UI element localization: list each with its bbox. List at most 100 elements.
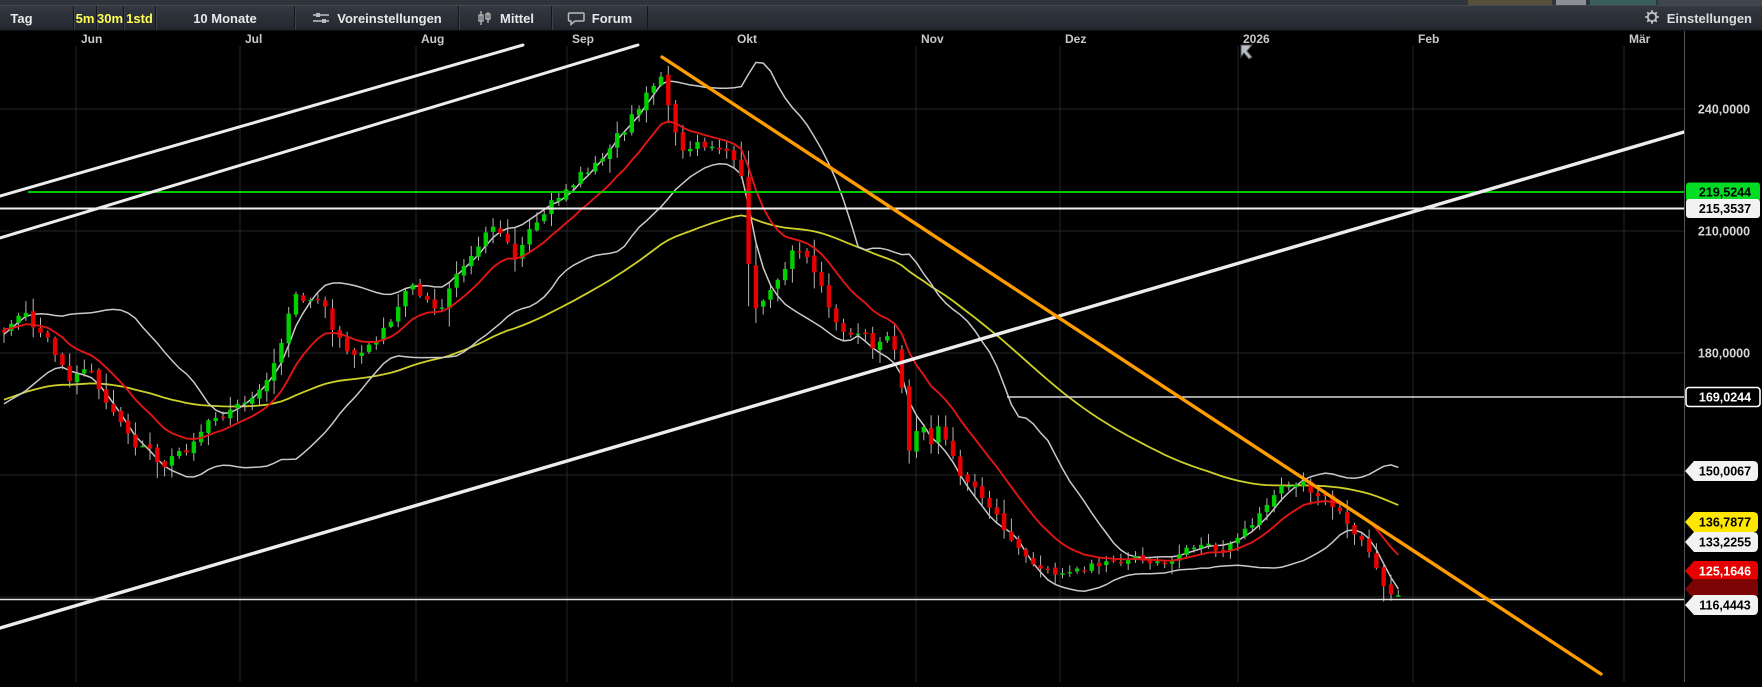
candle-body: [1316, 493, 1320, 496]
gear-icon: [1644, 9, 1660, 28]
candle-body: [1192, 548, 1196, 549]
candle-body: [1206, 544, 1210, 546]
candle-body: [739, 160, 743, 176]
candle-body: [1075, 569, 1079, 572]
price-chart[interactable]: 240,0000210,0000180,0000219,5244215,3537…: [0, 31, 1762, 682]
candle-body: [1060, 573, 1064, 574]
candle-body: [746, 177, 750, 264]
candle-body: [535, 222, 539, 230]
candle-body: [703, 142, 707, 148]
candle-body: [506, 234, 510, 243]
candle-body: [184, 450, 188, 452]
candle-body: [1294, 485, 1298, 488]
sliders-icon: [311, 10, 331, 26]
candle-body: [944, 427, 948, 440]
candle-body: [841, 323, 845, 332]
candle-body: [1338, 507, 1342, 511]
candle-body: [330, 308, 334, 329]
candle-body: [141, 446, 145, 447]
toolbar-button-mittel[interactable]: Mittel: [459, 6, 552, 30]
candle-body: [89, 371, 93, 372]
candle-body: [615, 133, 619, 147]
candle-body: [46, 333, 50, 338]
chart-annotation-marker-icon[interactable]: [1241, 45, 1252, 59]
candle-body: [126, 421, 130, 434]
toolbar-button-tag[interactable]: Tag: [0, 6, 74, 30]
candle-body: [24, 313, 28, 317]
candle-body: [1265, 505, 1269, 512]
candle-body: [681, 132, 685, 151]
candle-body: [1038, 565, 1042, 568]
candle-body: [119, 411, 123, 422]
candle-body: [1009, 532, 1013, 541]
candle-body: [352, 350, 356, 355]
candle-body: [1199, 545, 1203, 548]
toolbar-button-10-monate[interactable]: 10 Monate: [156, 6, 295, 30]
candle-body: [170, 456, 174, 465]
candle-body: [1024, 549, 1028, 556]
candle-body: [1279, 485, 1283, 493]
level-badge-text: 215,3537: [1699, 202, 1751, 216]
candle-body: [849, 333, 853, 335]
month-label: Okt: [737, 32, 757, 46]
candle-body: [783, 269, 787, 280]
candle-body: [272, 363, 276, 381]
candle-body: [527, 229, 531, 244]
candle-body: [914, 431, 918, 451]
candle-body: [469, 256, 473, 266]
candle-body: [484, 232, 488, 246]
candle-body: [454, 274, 458, 288]
candle-body: [97, 370, 101, 389]
candle-body: [1345, 512, 1349, 524]
trendline-white[interactable]: [0, 45, 523, 196]
candle-body: [673, 104, 677, 133]
candle-body: [805, 251, 809, 257]
candle-body: [827, 285, 831, 307]
candle-body: [287, 314, 291, 344]
candle-body: [323, 300, 327, 306]
candle-body: [294, 294, 298, 315]
candle-body: [177, 451, 181, 456]
candle-body: [2, 330, 6, 332]
candle-body: [1257, 513, 1261, 525]
settings-button[interactable]: Einstellungen: [1638, 6, 1758, 30]
candle-body: [863, 332, 867, 334]
candle-body: [301, 295, 305, 301]
candle-body: [564, 189, 568, 199]
toolbar-button-1std[interactable]: 1std: [124, 6, 156, 30]
candle-body: [250, 398, 254, 404]
candle-body: [666, 75, 670, 106]
candle-body: [1068, 572, 1072, 573]
month-label: Jul: [245, 32, 262, 46]
candle-body: [1374, 553, 1378, 568]
candle-body: [929, 428, 933, 444]
toolbar-button-voreinstellungen[interactable]: Voreinstellungen: [295, 6, 459, 30]
candle-body: [1184, 548, 1188, 555]
toolbar-button-label: Mittel: [500, 11, 534, 26]
candle-body: [206, 420, 210, 433]
candle-body: [403, 291, 407, 307]
candle-body: [148, 444, 152, 448]
trendline-orange[interactable]: [662, 57, 1601, 674]
candle-body: [695, 142, 699, 149]
candle-body: [900, 349, 904, 387]
candle-body: [542, 214, 546, 221]
candle-body: [104, 389, 108, 402]
toolbar-button-30m[interactable]: 30m: [97, 6, 124, 30]
indicator-badge-text: 136,7877: [1699, 516, 1751, 530]
candle-body: [221, 417, 225, 418]
candle-body: [1111, 560, 1115, 561]
indicator-badge-text: 125,1646: [1699, 565, 1751, 579]
toolbar-button-label: 30m: [97, 11, 123, 26]
ma-short-line: [4, 121, 1398, 560]
candle-body: [440, 307, 444, 308]
trendline-white[interactable]: [0, 132, 1684, 628]
axis-tick-label: 180,0000: [1698, 347, 1750, 361]
toolbar-button-forum[interactable]: Forum: [552, 6, 648, 30]
candle-body: [856, 334, 860, 335]
candle-body: [1053, 568, 1057, 575]
month-label: Aug: [421, 32, 444, 46]
toolbar-button-5m[interactable]: 5m: [74, 6, 97, 30]
candle-body: [1163, 563, 1167, 565]
candle-body: [265, 380, 269, 391]
